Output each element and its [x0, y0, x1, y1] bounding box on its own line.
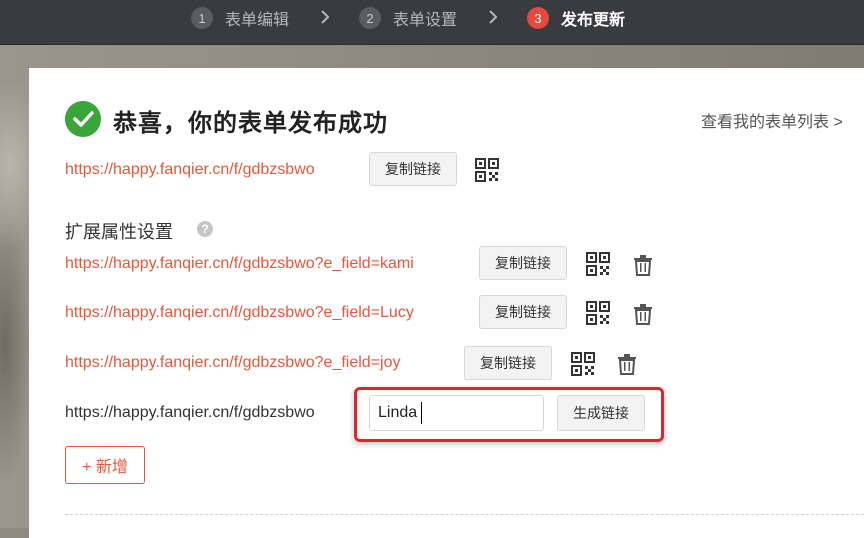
publish-card: 恭喜，你的表单发布成功 查看我的表单列表 > https://happy.fan…: [29, 68, 864, 538]
view-form-list-link[interactable]: 查看我的表单列表 >: [701, 108, 843, 132]
check-circle-icon: [65, 101, 101, 137]
step-1-number: 1: [191, 7, 213, 29]
step-3-number: 3: [527, 7, 549, 29]
qr-code-icon[interactable]: [475, 158, 499, 182]
chevron-right-icon: [489, 10, 498, 24]
extension-link-lucy[interactable]: https://happy.fanqier.cn/f/gdbzsbwo?e_fi…: [65, 304, 414, 322]
new-link-prefix: https://happy.fanqier.cn/f/gdbzsbwo: [65, 404, 315, 421]
copy-link-button[interactable]: 复制链接: [479, 295, 567, 329]
form-link[interactable]: https://happy.fanqier.cn/f/gdbzsbwo: [65, 161, 315, 179]
qr-code-icon[interactable]: [571, 352, 595, 376]
extension-link-joy[interactable]: https://happy.fanqier.cn/f/gdbzsbwo?e_fi…: [65, 354, 400, 372]
success-title: 恭喜，你的表单发布成功: [113, 110, 388, 137]
qr-code-icon[interactable]: [586, 301, 610, 325]
chevron-right-icon: [321, 10, 330, 24]
extension-link-kami[interactable]: https://happy.fanqier.cn/f/gdbzsbwo?e_fi…: [65, 255, 414, 273]
help-icon[interactable]: ?: [197, 221, 213, 237]
extension-title: 扩展属性设置: [65, 222, 173, 242]
divider: [65, 514, 864, 515]
add-button[interactable]: + 新增: [65, 446, 145, 484]
step-2-number: 2: [359, 7, 381, 29]
step-1[interactable]: 1 表单编辑: [191, 6, 289, 30]
trash-icon[interactable]: [632, 254, 654, 276]
step-bar: 1 表单编辑 2 表单设置 3 发布更新: [0, 0, 864, 45]
text-cursor: [421, 402, 422, 424]
copy-link-button[interactable]: 复制链接: [369, 152, 457, 186]
step-1-label: 表单编辑: [225, 12, 290, 29]
copy-link-button[interactable]: 复制链接: [479, 246, 567, 280]
field-value-input[interactable]: [369, 395, 544, 431]
step-2[interactable]: 2 表单设置: [359, 6, 457, 30]
generate-link-button[interactable]: 生成链接: [557, 395, 645, 431]
trash-icon[interactable]: [616, 353, 638, 375]
step-2-label: 表单设置: [393, 12, 458, 29]
copy-link-button[interactable]: 复制链接: [464, 346, 552, 380]
trash-icon[interactable]: [632, 303, 654, 325]
step-3-label: 发布更新: [561, 12, 626, 29]
qr-code-icon[interactable]: [586, 252, 610, 276]
step-3[interactable]: 3 发布更新: [527, 6, 625, 30]
